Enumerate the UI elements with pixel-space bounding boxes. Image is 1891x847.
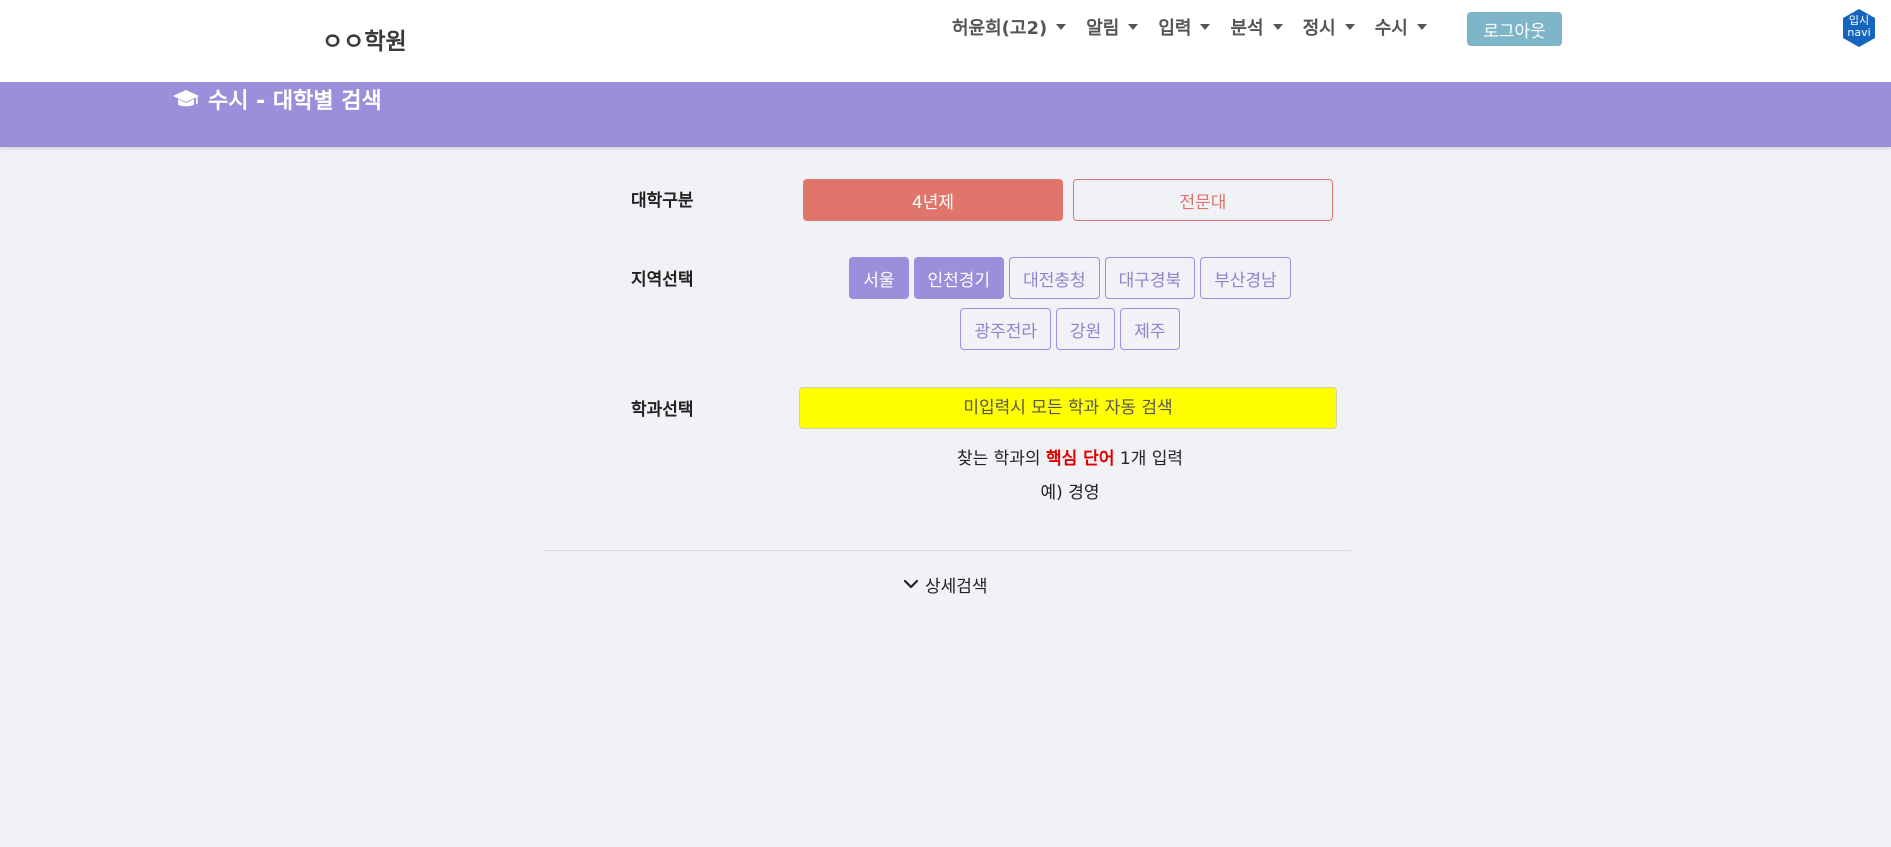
region-gwangju-jeolla-button[interactable]: 광주전라 bbox=[960, 308, 1051, 350]
top-navbar: ㅇㅇ학원 허윤희(고2) 알림 입력 분석 정시 수시 로그아웃 입시 navi bbox=[0, 0, 1891, 82]
hint-text-before: 찾는 학과의 bbox=[956, 449, 1046, 469]
nav-analysis-label: 분석 bbox=[1230, 18, 1264, 39]
detail-search-label: 상세검색 bbox=[925, 576, 988, 597]
type-college-button[interactable]: 전문대 bbox=[1073, 179, 1333, 221]
logo-text: 입시 navi bbox=[1841, 15, 1877, 39]
nav-early-admission-label: 수시 bbox=[1374, 18, 1408, 39]
region-daejeon-chungcheong-button[interactable]: 대전충청 bbox=[1009, 257, 1100, 299]
section-divider bbox=[543, 550, 1351, 551]
nav-early-admission-menu[interactable]: 수시 bbox=[1375, 14, 1427, 40]
chevron-down-icon bbox=[903, 579, 919, 589]
caret-down-icon bbox=[1200, 24, 1211, 30]
page-title: 수시 - 대학별 검색 bbox=[172, 84, 382, 114]
caret-down-icon bbox=[1344, 24, 1355, 30]
region-button-row-1: 서울 인천경기 대전충청 대구경북 부산경남 bbox=[630, 257, 1510, 299]
region-busan-gyeongnam-button[interactable]: 부산경남 bbox=[1200, 257, 1291, 299]
department-example: 예) 경영 bbox=[1040, 483, 1100, 503]
region-daegu-gyeongbuk-button[interactable]: 대구경북 bbox=[1104, 257, 1196, 299]
detail-search-toggle[interactable]: 상세검색 bbox=[903, 572, 988, 597]
caret-down-icon bbox=[1056, 24, 1067, 30]
nav-regular-admission-menu[interactable]: 정시 bbox=[1303, 14, 1355, 40]
hint-text-after: 1개 입력 bbox=[1114, 449, 1184, 469]
region-gangwon-button[interactable]: 강원 bbox=[1056, 308, 1116, 350]
page-title-text: 수시 - 대학별 검색 bbox=[208, 89, 382, 114]
nav-notice-label: 알림 bbox=[1086, 18, 1120, 39]
department-hint: 찾는 학과의 핵심 단어 1개 입력 bbox=[630, 444, 1510, 469]
region-incheon-gyeonggi-button[interactable]: 인천경기 bbox=[913, 257, 1005, 299]
nav-regular-admission-label: 정시 bbox=[1302, 18, 1336, 39]
ipsi-navi-logo[interactable]: 입시 navi bbox=[1841, 8, 1877, 48]
region-button-row-2: 광주전라 강원 제주 bbox=[630, 308, 1510, 350]
nav-analysis-menu[interactable]: 분석 bbox=[1230, 14, 1283, 40]
brand-name[interactable]: ㅇㅇ학원 bbox=[322, 22, 407, 56]
university-type-label: 대학구분 bbox=[631, 191, 694, 211]
nav-user-menu[interactable]: 허윤희(고2) bbox=[952, 14, 1067, 40]
caret-down-icon bbox=[1128, 24, 1139, 30]
caret-down-icon bbox=[1272, 24, 1283, 30]
region-jeju-button[interactable]: 제주 bbox=[1120, 308, 1180, 350]
type-4year-button[interactable]: 4년제 bbox=[803, 179, 1063, 221]
hint-keyword: 핵심 단어 bbox=[1045, 449, 1115, 469]
department-search-input[interactable] bbox=[799, 387, 1337, 429]
caret-down-icon bbox=[1416, 24, 1427, 30]
nav-notice-menu[interactable]: 알림 bbox=[1086, 14, 1139, 40]
region-seoul-button[interactable]: 서울 bbox=[849, 257, 909, 299]
graduation-cap-icon bbox=[173, 90, 199, 107]
nav-user-label: 허윤희(고2) bbox=[952, 18, 1048, 39]
department-label: 학과선택 bbox=[631, 400, 694, 420]
logout-button[interactable]: 로그아웃 bbox=[1467, 12, 1562, 46]
page-header: 수시 - 대학별 검색 bbox=[0, 82, 1891, 147]
logo-line-2: navi bbox=[1847, 26, 1871, 39]
nav-input-label: 입력 bbox=[1158, 18, 1192, 39]
main-nav: 허윤희(고2) 알림 입력 분석 정시 수시 bbox=[952, 12, 1447, 42]
nav-input-menu[interactable]: 입력 bbox=[1158, 14, 1211, 40]
